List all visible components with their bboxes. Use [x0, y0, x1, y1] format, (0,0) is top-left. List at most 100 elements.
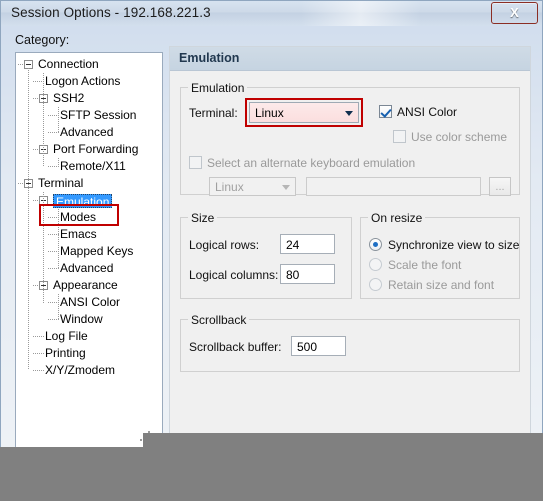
tree-item-label: Emacs — [60, 227, 97, 241]
ansi-color-checkbox[interactable] — [379, 105, 392, 118]
tree-item-printing[interactable]: Printing — [16, 345, 162, 362]
browse-button[interactable]: ... — [489, 177, 511, 196]
use-color-scheme-checkbox[interactable] — [393, 130, 406, 143]
alternate-keyboard-combobox-value: Linux — [215, 180, 244, 194]
tree-item-label: Remote/X11 — [60, 159, 126, 173]
emulation-group: Emulation Terminal: Linux ANSI Color Use… — [180, 81, 520, 196]
scrollback-buffer-input[interactable]: 500 — [291, 336, 346, 356]
close-icon: X — [510, 5, 519, 20]
size-group: Size Logical rows: 24 Logical columns: 8… — [180, 211, 352, 299]
tree-item-label: Logon Actions — [45, 74, 121, 88]
session-options-window: Session Options - 192.168.221.3 X Catego… — [0, 0, 543, 455]
resize-option-synchronize-radio[interactable] — [369, 238, 382, 251]
dialog-body: Category: Connection Logon Actions SSH2 SFT… — [1, 26, 542, 454]
tree-guide-line — [58, 158, 59, 166]
tree-connector — [33, 336, 44, 337]
tree-item-advanced[interactable]: Advanced — [16, 124, 162, 141]
logical-rows-value: 24 — [286, 238, 300, 252]
tree-item-mapped-keys[interactable]: Mapped Keys — [16, 243, 162, 260]
terminal-combobox[interactable]: Linux — [249, 102, 359, 123]
tree-item-label: Advanced — [60, 125, 114, 139]
use-color-scheme-label: Use color scheme — [411, 130, 508, 144]
tree-guide-line — [28, 68, 29, 370]
terminal-label: Terminal: — [189, 106, 238, 120]
tree-guide-line — [58, 294, 59, 319]
settings-panel: Emulation Emulation Terminal: Linux ANSI… — [169, 46, 531, 448]
tree-connector — [33, 353, 44, 354]
tree-guide-line — [43, 73, 44, 167]
tree-item-label: Printing — [45, 346, 86, 360]
tree-item-label: Appearance — [53, 278, 118, 292]
tree-item-label: Emulation — [53, 194, 113, 209]
tree-connector — [33, 149, 38, 150]
tree-item-emulation[interactable]: Emulation — [16, 192, 162, 209]
resize-option-retain-radio[interactable] — [369, 278, 382, 291]
tree-guide-line — [58, 209, 59, 268]
tree-item-label: SSH2 — [53, 91, 85, 105]
tree-item-label: X/Y/Zmodem — [45, 363, 116, 377]
tree-item-label: Port Forwarding — [53, 142, 139, 156]
tree-guide-line — [43, 192, 44, 303]
tree-connector — [33, 98, 38, 99]
terminal-combobox-value: Linux — [255, 106, 284, 120]
title-bar-sheen — [301, 1, 421, 26]
tree-connector — [18, 183, 23, 184]
tree-connector — [33, 370, 44, 371]
alternate-keyboard-combobox[interactable]: Linux — [209, 177, 296, 196]
category-tree-panel[interactable]: Connection Logon Actions SSH2 SFTP Session A… — [15, 52, 163, 448]
tree-item-ansi-color[interactable]: ANSI Color — [16, 294, 162, 311]
window-title: Session Options - 192.168.221.3 — [11, 5, 211, 20]
tree-item-window[interactable]: Window — [16, 311, 162, 328]
tree-item-port-forwarding[interactable]: Port Forwarding — [16, 141, 162, 158]
alternate-keyboard-label: Select an alternate keyboard emulation — [207, 156, 416, 170]
ansi-color-label: ANSI Color — [397, 105, 458, 119]
panel-header-title: Emulation — [179, 51, 240, 65]
tree-item-label: Modes — [60, 210, 97, 224]
close-button[interactable]: X — [491, 2, 538, 24]
tree-item-label: Advanced — [60, 261, 114, 275]
logical-rows-label: Logical rows: — [189, 238, 260, 252]
tree-connector — [18, 64, 23, 65]
screenshot-crop-area-bottom — [0, 447, 543, 501]
tree-item-label: Log File — [45, 329, 88, 343]
scrollback-group-title: Scrollback — [188, 313, 250, 327]
tree-connector — [48, 319, 59, 320]
tree-item-appearance[interactable]: Appearance — [16, 277, 162, 294]
tree-item-label: Terminal — [38, 176, 84, 190]
tree-item-label: Connection — [38, 57, 99, 71]
resize-option-scale-font-radio[interactable] — [369, 258, 382, 271]
tree-item-sftp-session[interactable]: SFTP Session — [16, 107, 162, 124]
tree-connector — [48, 166, 59, 167]
tree-item-connection[interactable]: Connection — [16, 56, 162, 73]
tree-item-label: Mapped Keys — [60, 244, 134, 258]
tree-connector — [33, 285, 38, 286]
tree-item-modes[interactable]: Modes — [16, 209, 162, 226]
tree-connector — [48, 132, 59, 133]
scrollback-buffer-value: 500 — [297, 340, 318, 354]
tree-item-logon-actions[interactable]: Logon Actions — [16, 73, 162, 90]
category-tree[interactable]: Connection Logon Actions SSH2 SFTP Session A… — [16, 56, 162, 379]
chevron-down-icon — [282, 184, 290, 190]
logical-columns-input[interactable]: 80 — [280, 264, 335, 284]
tree-item-x-y-zmodem[interactable]: X/Y/Zmodem — [16, 362, 162, 379]
panel-header: Emulation — [170, 47, 530, 71]
tree-item-advanced[interactable]: Advanced — [16, 260, 162, 277]
on-resize-group-title: On resize — [368, 211, 426, 225]
tree-item-log-file[interactable]: Log File — [16, 328, 162, 345]
logical-columns-value: 80 — [286, 268, 300, 282]
resize-option-scale-font-label: Scale the font — [388, 258, 462, 272]
tree-item-emacs[interactable]: Emacs — [16, 226, 162, 243]
scrollback-group: Scrollback Scrollback buffer: 500 — [180, 313, 520, 372]
tree-item-remote-x11[interactable]: Remote/X11 — [16, 158, 162, 175]
chevron-down-icon — [345, 110, 353, 116]
alternate-keyboard-checkbox[interactable] — [189, 156, 202, 169]
tree-item-terminal[interactable]: Terminal — [16, 175, 162, 192]
tree-guide-line — [58, 107, 59, 132]
scrollback-buffer-label: Scrollback buffer: — [189, 340, 282, 354]
tree-item-ssh2[interactable]: SSH2 — [16, 90, 162, 107]
alternate-keyboard-path-input[interactable] — [306, 177, 481, 196]
on-resize-group: On resize Synchronize view to size Scale… — [360, 211, 520, 299]
tree-item-label: SFTP Session — [60, 108, 137, 122]
category-label: Category: — [15, 33, 70, 47]
logical-rows-input[interactable]: 24 — [280, 234, 335, 254]
